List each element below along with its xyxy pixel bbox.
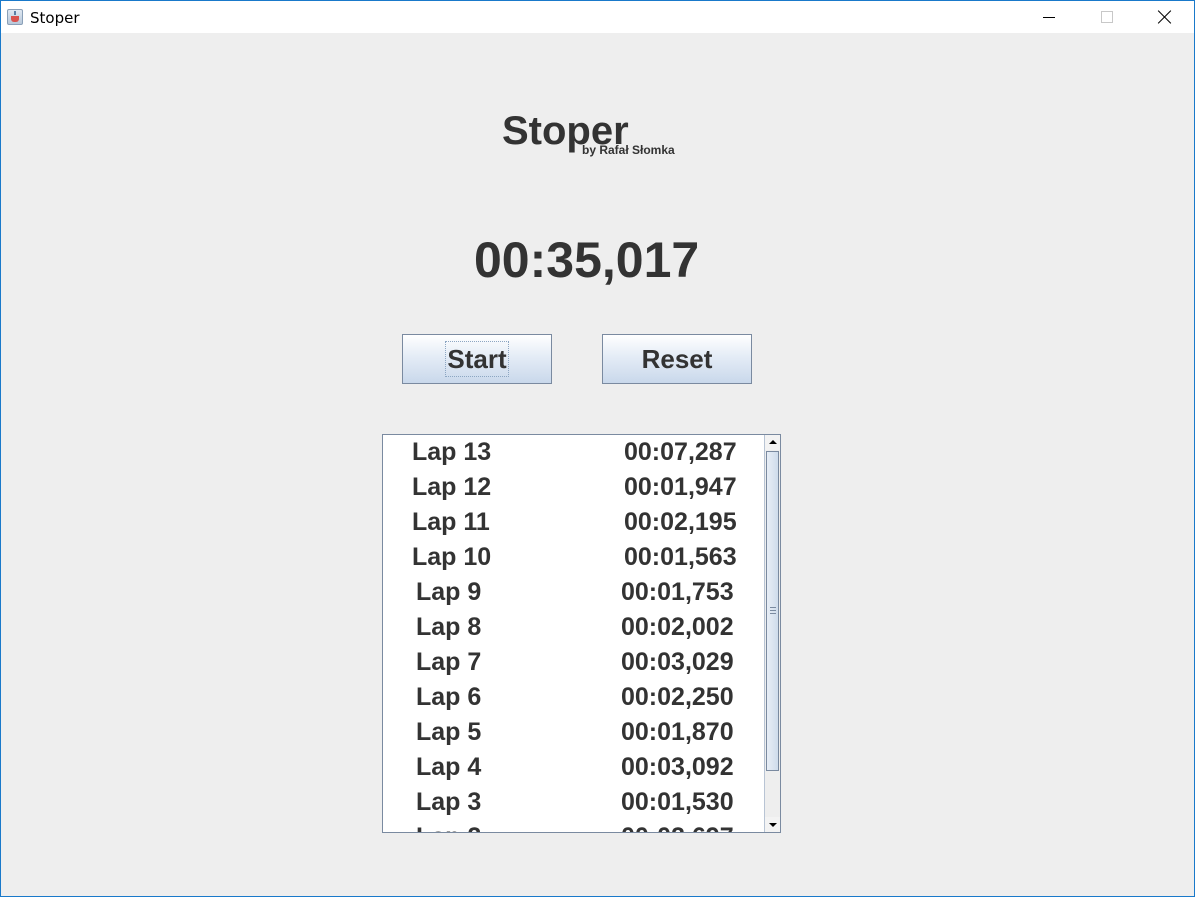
arrow-up-icon — [769, 440, 777, 444]
close-icon — [1158, 10, 1172, 24]
lap-rows: Lap 13 00:07,287 Lap 12 00:01,947 Lap 11… — [383, 435, 765, 832]
elapsed-time-display: 00:35,017 — [474, 232, 700, 288]
window-title: Stoper — [30, 9, 80, 27]
lap-time: 00:01,530 — [621, 788, 734, 816]
lap-label: Lap 13 — [412, 438, 492, 466]
lap-row[interactable]: Lap 7 00:03,029 — [383, 645, 765, 680]
reset-button-label: Reset — [641, 343, 713, 374]
java-cup-icon[interactable] — [7, 9, 23, 25]
close-button[interactable] — [1136, 1, 1194, 33]
lap-row[interactable]: Lap 10 00:01,563 — [383, 540, 765, 575]
lap-label: Lap 9 — [416, 578, 482, 606]
lap-label: Lap 10 — [412, 543, 492, 571]
lap-row[interactable]: Lap 3 00:01,530 — [383, 785, 765, 820]
lap-label: Lap 6 — [416, 683, 482, 711]
minimize-icon — [1043, 17, 1055, 18]
lap-time: 00:07,287 — [624, 438, 737, 466]
start-button[interactable]: Start — [402, 334, 552, 384]
lap-time: 00:01,870 — [621, 718, 734, 746]
lap-time: 00:02,697 — [621, 823, 734, 832]
minimize-button[interactable] — [1020, 1, 1078, 33]
lap-row[interactable]: Lap 8 00:02,002 — [383, 610, 765, 645]
arrow-down-icon — [769, 823, 777, 827]
lap-time: 00:01,947 — [624, 473, 737, 501]
scroll-down-button[interactable] — [765, 817, 780, 832]
lap-label: Lap 3 — [416, 788, 482, 816]
app-author: by Rafał Słomka — [582, 143, 675, 157]
lap-time: 00:02,002 — [621, 613, 734, 641]
lap-time: 00:02,195 — [624, 508, 737, 536]
lap-row[interactable]: Lap 5 00:01,870 — [383, 715, 765, 750]
lap-row[interactable]: Lap 2 00:02,697 — [383, 820, 765, 832]
lap-label: Lap 12 — [412, 473, 492, 501]
app-window: Stoper Stoper by Rafał Słomka 00:35,017 … — [0, 0, 1195, 897]
lap-row[interactable]: Lap 13 00:07,287 — [383, 435, 765, 470]
maximize-icon — [1101, 11, 1113, 23]
title-bar[interactable]: Stoper — [1, 1, 1194, 33]
scroll-up-button[interactable] — [765, 435, 780, 450]
lap-label: Lap 5 — [416, 718, 482, 746]
grip-icon — [770, 607, 776, 614]
start-button-label: Start — [445, 341, 509, 377]
lap-label: Lap 7 — [416, 648, 482, 676]
lap-row[interactable]: Lap 9 00:01,753 — [383, 575, 765, 610]
lap-list[interactable]: Lap 13 00:07,287 Lap 12 00:01,947 Lap 11… — [382, 434, 781, 833]
lap-time: 00:02,250 — [621, 683, 734, 711]
lap-row[interactable]: Lap 11 00:02,195 — [383, 505, 765, 540]
lap-row[interactable]: Lap 4 00:03,092 — [383, 750, 765, 785]
scroll-thumb[interactable] — [766, 451, 779, 771]
lap-label: Lap 2 — [416, 823, 481, 832]
lap-label: Lap 4 — [416, 753, 482, 781]
lap-list-scrollbar[interactable] — [764, 435, 780, 832]
lap-row[interactable]: Lap 6 00:02,250 — [383, 680, 765, 715]
lap-time: 00:01,753 — [621, 578, 734, 606]
maximize-button[interactable] — [1078, 1, 1136, 33]
reset-button[interactable]: Reset — [602, 334, 752, 384]
lap-row[interactable]: Lap 12 00:01,947 — [383, 470, 765, 505]
lap-label: Lap 11 — [412, 508, 490, 536]
lap-label: Lap 8 — [416, 613, 482, 641]
lap-time: 00:03,092 — [621, 753, 734, 781]
lap-time: 00:01,563 — [624, 543, 737, 571]
lap-time: 00:03,029 — [621, 648, 734, 676]
